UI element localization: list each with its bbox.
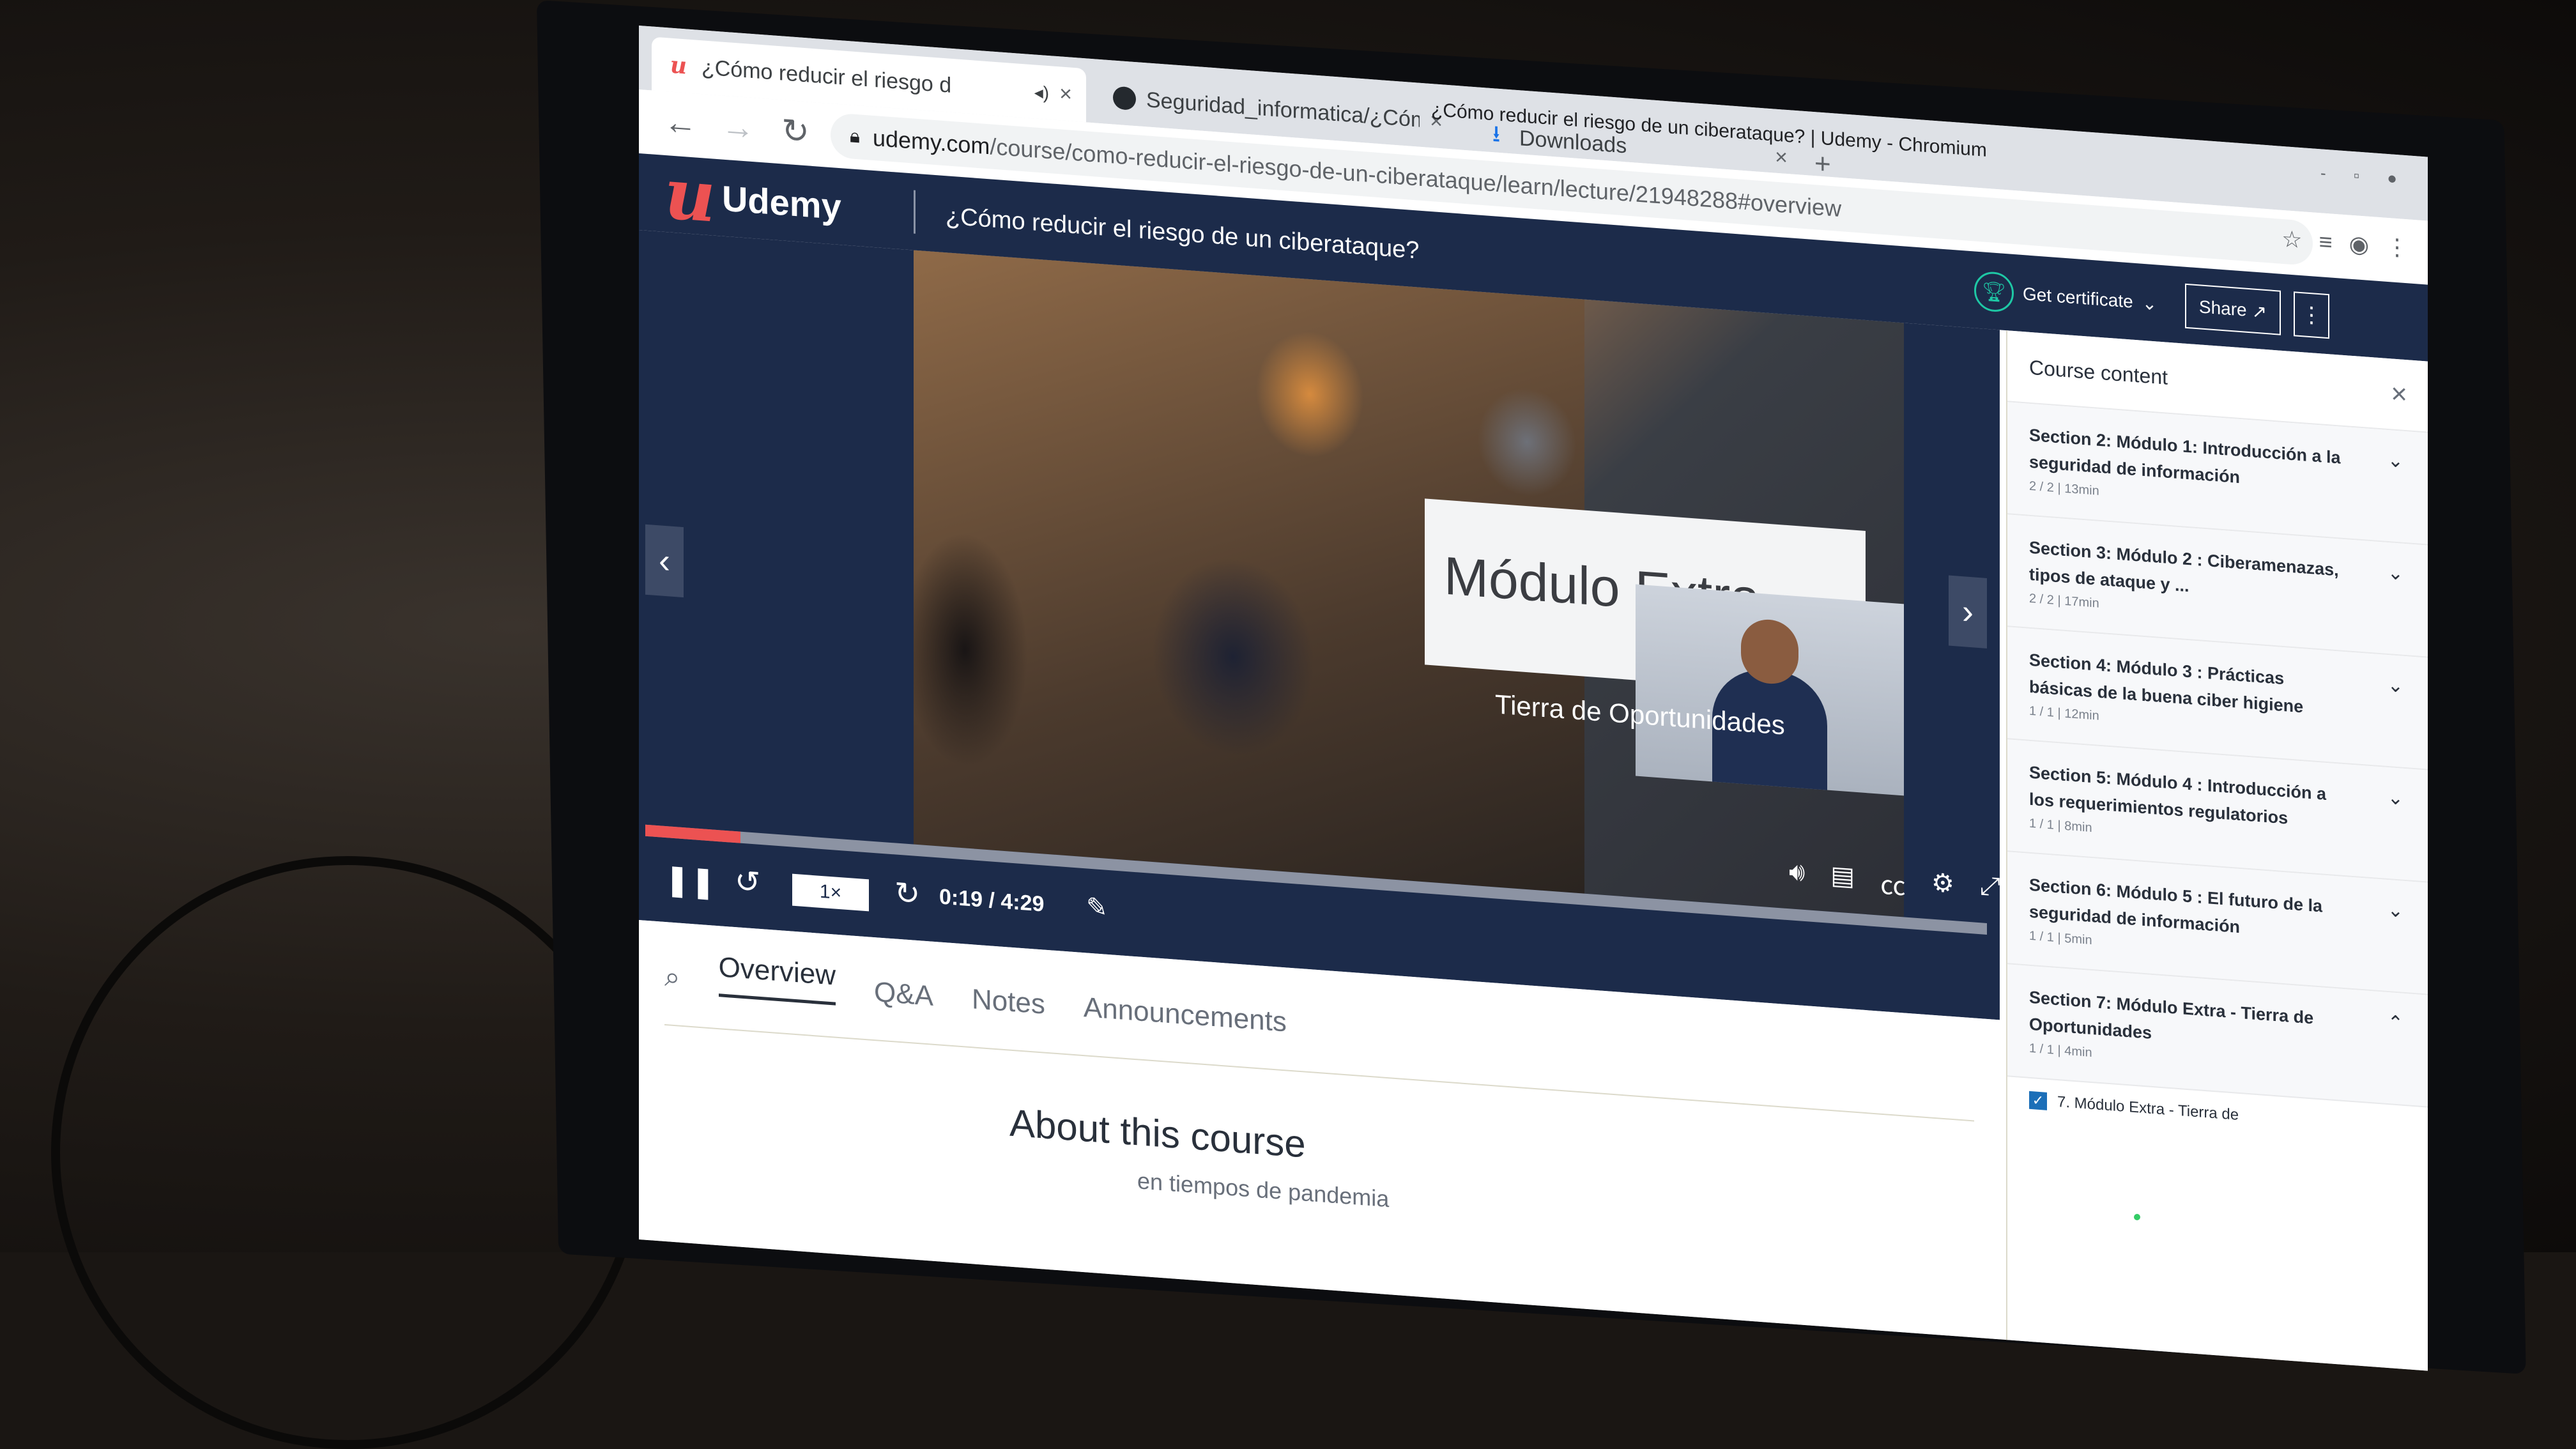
lock-icon: 🔒︎ bbox=[850, 125, 860, 148]
course-content-sidebar: Course content × Section 2: Módulo 1: In… bbox=[2006, 330, 2428, 1371]
get-certificate-button[interactable]: 🏆︎ Get certificate ⌄ bbox=[1974, 270, 2157, 323]
playback-speed-button[interactable]: 1× bbox=[792, 873, 869, 912]
chevron-down-icon: ⌄ bbox=[2387, 674, 2404, 697]
transcript-icon[interactable]: ▤ bbox=[1830, 861, 1855, 900]
tab-close-icon[interactable]: × bbox=[1775, 144, 1788, 170]
about-subtitle: en tiempos de pandemia bbox=[1137, 1167, 1390, 1213]
more-options-button[interactable]: ⋮ bbox=[2294, 291, 2329, 339]
monitor-screen: u ¿Cómo reducir el riesgo d ◂) × Segurid… bbox=[639, 26, 2428, 1371]
video-player[interactable]: Módulo Extra Tierra de Oportunidades ‹ ›… bbox=[639, 230, 2000, 1020]
certificate-label: Get certificate bbox=[2023, 284, 2133, 312]
browser-menu-icon[interactable]: ⋮ bbox=[2386, 233, 2409, 262]
tab-overview[interactable]: Overview bbox=[718, 951, 836, 1006]
speaker-icon[interactable]: ◂) bbox=[1034, 81, 1049, 103]
lecture-title: 7. Módulo Extra - Tierra de bbox=[2057, 1093, 2239, 1124]
url-host: udemy.com bbox=[872, 124, 990, 160]
chevron-down-icon: ⌄ bbox=[2387, 562, 2404, 585]
chevron-down-icon: ⌄ bbox=[2387, 786, 2404, 809]
udemy-logo[interactable]: u Udemy bbox=[664, 151, 841, 238]
media-control-icon[interactable]: ≡ bbox=[2319, 228, 2333, 256]
sidebar-title: Course content bbox=[2029, 355, 2168, 389]
tab-close-icon[interactable]: × bbox=[1059, 81, 1072, 107]
github-icon bbox=[1113, 86, 1136, 111]
udemy-u-icon: u bbox=[664, 151, 716, 238]
volume-icon[interactable]: 🔊︎ bbox=[1789, 857, 1805, 896]
about-heading: About this course bbox=[1009, 1101, 1306, 1166]
monitor-power-led bbox=[2134, 1214, 2140, 1220]
chevron-down-icon: ⌄ bbox=[2387, 899, 2404, 922]
add-note-icon[interactable]: ✎ bbox=[1086, 892, 1108, 923]
profile-icon[interactable]: ◉ bbox=[2349, 231, 2369, 259]
tab-announcements[interactable]: Announcements bbox=[1084, 992, 1287, 1038]
forward-arrow-icon[interactable]: → bbox=[716, 107, 760, 148]
presenter-image bbox=[1636, 584, 1904, 796]
pause-icon[interactable]: ❚❚ bbox=[664, 861, 716, 901]
previous-lecture-button[interactable]: ‹ bbox=[645, 524, 684, 598]
tabs-divider bbox=[664, 1023, 1974, 1122]
header-divider bbox=[914, 190, 916, 234]
udemy-u-icon: u bbox=[670, 51, 687, 80]
rewind-icon[interactable]: ↺ bbox=[735, 863, 760, 901]
content-tabs: ⌕ Overview Q&A Notes Announcements bbox=[664, 947, 1287, 1039]
download-icon: ⭳ bbox=[1492, 119, 1501, 147]
completed-checkbox[interactable]: ✓ bbox=[2029, 1091, 2047, 1110]
course-title[interactable]: ¿Cómo reducir el riesgo de un ciberataqu… bbox=[946, 203, 1419, 264]
chevron-down-icon: ⌄ bbox=[2142, 293, 2158, 314]
star-icon[interactable]: ☆ bbox=[2281, 226, 2302, 254]
udemy-wordmark: Udemy bbox=[721, 178, 841, 227]
tab-label: ¿Cómo reducir el riesgo d bbox=[702, 54, 952, 98]
chevron-down-icon: ⌄ bbox=[2387, 449, 2404, 472]
back-arrow-icon[interactable]: ← bbox=[658, 102, 703, 144]
trophy-icon: 🏆︎ bbox=[1974, 270, 2014, 314]
close-icon[interactable]: × bbox=[2391, 378, 2407, 411]
window-controls[interactable]: - ▫ ● bbox=[2320, 163, 2409, 189]
share-button[interactable]: Share ↗ bbox=[2185, 283, 2281, 335]
search-icon[interactable]: ⌕ bbox=[664, 961, 680, 994]
share-arrow-icon: ↗ bbox=[2251, 300, 2267, 322]
tab-label: Seguridad_informatica/¿Cóm bbox=[1146, 87, 1420, 133]
share-label: Share bbox=[2198, 296, 2247, 320]
fullscreen-icon[interactable]: ⤢ bbox=[1980, 871, 2000, 910]
chevron-up-icon: ⌃ bbox=[2387, 1011, 2404, 1034]
forward-icon[interactable]: ↻ bbox=[894, 875, 920, 912]
captions-icon[interactable]: ㏄ bbox=[1880, 864, 1906, 903]
next-lecture-button[interactable]: › bbox=[1949, 575, 1987, 648]
tab-qa[interactable]: Q&A bbox=[874, 976, 933, 1013]
reload-icon[interactable]: ↻ bbox=[773, 111, 818, 152]
tab-notes[interactable]: Notes bbox=[972, 983, 1045, 1020]
settings-gear-icon[interactable]: ⚙ bbox=[1931, 868, 1954, 907]
